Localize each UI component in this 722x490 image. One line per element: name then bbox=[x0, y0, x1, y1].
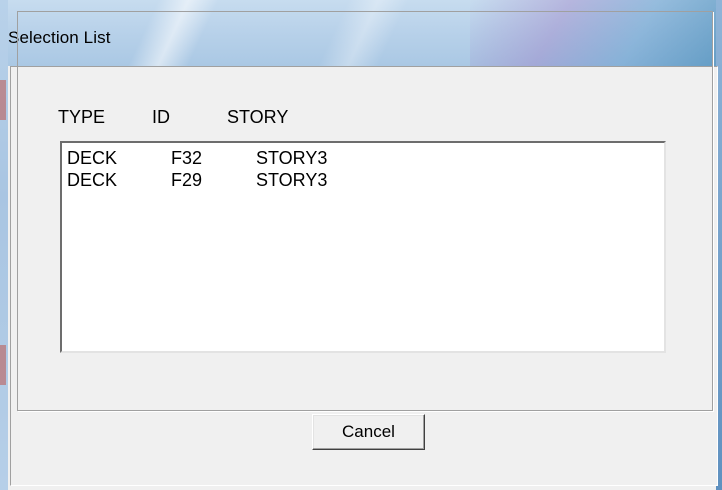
frame-decoration bbox=[0, 80, 6, 120]
list-item-id: F32 bbox=[171, 148, 203, 168]
list-item-type: DECK bbox=[67, 170, 118, 190]
window-left-frame bbox=[0, 0, 8, 490]
list-item-type: DECK bbox=[67, 148, 118, 168]
list-item[interactable]: DECK F29 STORY3 bbox=[62, 169, 664, 191]
selection-listbox[interactable]: DECK F32 STORY3 DECK F29 STORY3 bbox=[60, 141, 666, 353]
column-header-story: STORY bbox=[227, 107, 289, 127]
column-header-type: TYPE bbox=[58, 107, 106, 127]
list-item-story: STORY3 bbox=[256, 170, 328, 190]
list-item[interactable]: DECK F32 STORY3 bbox=[62, 147, 664, 169]
column-header-id: ID bbox=[152, 107, 170, 127]
selection-list-window: Selection List TYPE ID STORY DECK F32 ST… bbox=[0, 0, 722, 490]
frame-decoration bbox=[0, 345, 6, 385]
list-item-story: STORY3 bbox=[256, 148, 328, 168]
list-item-id: F29 bbox=[171, 170, 203, 190]
cancel-button[interactable]: Cancel bbox=[312, 414, 425, 450]
